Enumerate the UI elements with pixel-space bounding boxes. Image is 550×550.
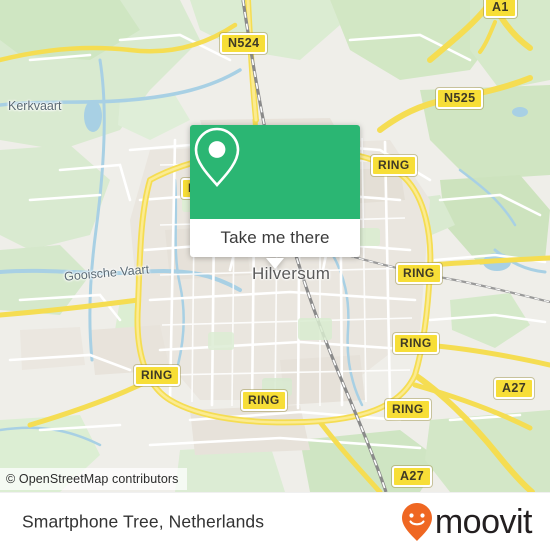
road-shield-n525[interactable]: N525 xyxy=(436,88,484,109)
place-title: Smartphone Tree, Netherlands xyxy=(22,511,265,532)
road-shield-ring-6[interactable]: RING xyxy=(241,390,287,411)
moovit-logo[interactable]: moovit xyxy=(401,502,533,542)
map-screenshot: Hilversum Kerkvaart Gooische Vaart N524 … xyxy=(0,0,550,550)
callout-action-label: Take me there xyxy=(220,228,330,247)
road-shield-ring-5[interactable]: RING xyxy=(134,365,180,386)
road-shield-ring-1[interactable]: RING xyxy=(371,155,417,176)
map-canvas[interactable]: Hilversum Kerkvaart Gooische Vaart N524 … xyxy=(0,0,550,492)
callout-action[interactable]: Take me there xyxy=(190,219,360,257)
road-shield-a27-1[interactable]: A27 xyxy=(494,378,535,399)
road-shield-ring-7[interactable]: RING xyxy=(385,399,431,420)
road-shield-a27-2[interactable]: A27 xyxy=(392,466,433,487)
road-shield-ring-3[interactable]: RING xyxy=(396,263,442,284)
moovit-pin-icon xyxy=(401,503,432,541)
moovit-wordmark: moovit xyxy=(434,503,533,541)
road-shield-n524[interactable]: N524 xyxy=(220,33,268,54)
road-shield-a1[interactable]: A1 xyxy=(484,0,517,18)
road-shield-ring-4[interactable]: RING xyxy=(393,333,439,354)
callout-header xyxy=(190,125,360,219)
map-pin-icon xyxy=(194,127,240,187)
footer-bar: Smartphone Tree, Netherlands moovit xyxy=(0,492,550,550)
map-attribution[interactable]: © OpenStreetMap contributors xyxy=(0,468,187,490)
location-callout[interactable]: Take me there xyxy=(190,125,360,269)
callout-tail xyxy=(266,258,284,269)
